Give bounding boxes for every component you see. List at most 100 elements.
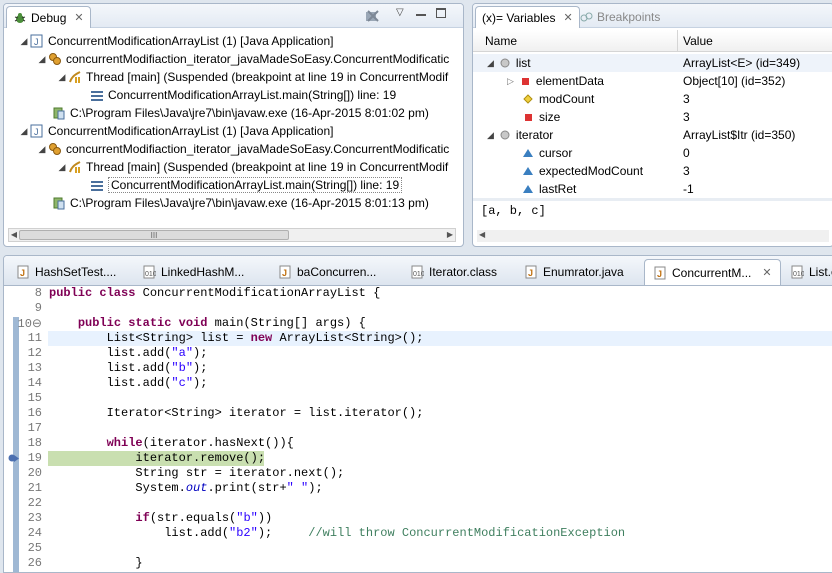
code-line[interactable]: if(str.equals("b")) [49, 511, 272, 526]
editor-tab-label: Enumrator.java [543, 265, 624, 279]
tree-label: ConcurrentModificationArrayList (1) [Jav… [48, 124, 334, 138]
variable-row-expectedModCount[interactable]: expectedModCount 3 [473, 162, 832, 180]
close-icon[interactable]: ✕ [74, 11, 83, 24]
process-icon [52, 196, 66, 210]
code-line[interactable]: List<String> list = new ArrayList<String… [49, 331, 424, 346]
protected-field-icon [521, 92, 535, 106]
code-line[interactable]: list.add("b"); [49, 361, 208, 376]
line-number: 9 [34, 301, 42, 315]
variable-row-modCount[interactable]: modCount 3 [473, 90, 832, 108]
default-field-icon [521, 164, 535, 178]
maximize-icon[interactable] [436, 8, 446, 18]
line-number: 15 [27, 391, 42, 405]
collapse-arrow-icon[interactable]: ◢ [18, 126, 30, 137]
thread-suspended-icon [68, 70, 82, 84]
line-number: 23 [27, 511, 42, 525]
variable-row-list[interactable]: ◢ list ArrayList<E> (id=349) [473, 54, 832, 72]
editor-tab[interactable]: 010 LinkedHashM... [134, 259, 252, 285]
line-number: 20 [27, 466, 42, 480]
minimize-icon[interactable] [416, 14, 426, 16]
thread-node[interactable]: ◢ Thread [main] (Suspended (breakpoint a… [56, 158, 449, 176]
code-line[interactable]: System.out.print(str+" "); [49, 481, 322, 496]
variable-row-size[interactable]: size 3 [473, 108, 832, 126]
name-column-header[interactable]: Name [485, 34, 517, 48]
debug-target-node[interactable]: ◢ concurrentModifiaction_iterator_javaMa… [36, 140, 450, 158]
expand-arrow-icon[interactable]: ▷ [507, 76, 514, 87]
collapse-arrow-icon[interactable]: ◢ [56, 72, 68, 83]
class-file-icon: 010 [410, 265, 425, 279]
line-number: 24 [27, 526, 42, 540]
collapse-arrow-icon[interactable]: ◢ [487, 130, 494, 141]
editor-tab-label: List.cl [809, 265, 832, 279]
tab-debug[interactable]: Debug ✕ [6, 6, 91, 28]
collapse-arrow-icon[interactable]: ◢ [36, 54, 48, 65]
detail-pane-text[interactable]: [a, b, c] [481, 204, 546, 218]
editor-tab[interactable]: 010 Iterator.class [402, 259, 505, 285]
scroll-left-icon[interactable]: ◀ [479, 230, 485, 239]
stack-frame-node-selected[interactable]: ConcurrentModificationArrayList.main(Str… [90, 176, 403, 194]
scroll-left-icon[interactable]: ◀ [9, 229, 19, 241]
code-line[interactable]: list.add("a"); [49, 346, 208, 361]
line-number: 12 [27, 346, 42, 360]
variable-name: cursor [539, 146, 573, 160]
scroll-thumb[interactable]: III [19, 230, 289, 240]
close-icon[interactable]: ✕ [563, 11, 572, 24]
code-line[interactable]: list.add("c"); [49, 376, 208, 391]
editor-tab-active[interactable]: J ConcurrentM... ✕ [644, 259, 781, 285]
variable-row-cursor[interactable]: cursor 0 [473, 144, 832, 162]
debug-target-node[interactable]: ◢ concurrentModifiaction_iterator_javaMa… [36, 50, 450, 68]
editor-tab[interactable]: 010 List.cl [782, 259, 832, 285]
collapse-arrow-icon[interactable]: ◢ [36, 144, 48, 155]
code-line[interactable]: } [49, 556, 142, 571]
collapse-arrow-icon[interactable]: ◢ [487, 58, 494, 69]
svg-text:J: J [20, 268, 25, 278]
launch-node[interactable]: ◢ J ConcurrentModificationArrayList (1) … [18, 122, 334, 140]
code-line[interactable]: iterator.remove(); [49, 451, 265, 466]
code-line[interactable]: public class ConcurrentModificationArray… [49, 286, 380, 301]
collapse-arrow-icon[interactable]: ◢ [56, 162, 68, 173]
process-node[interactable]: C:\Program Files\Java\jre7\bin\javaw.exe… [52, 104, 429, 122]
collapse-arrow-icon[interactable]: ◢ [18, 36, 30, 47]
editor-tabbar: J HashSetTest.... 010 LinkedHashM... J b… [4, 256, 832, 286]
tree-label: ConcurrentModificationArrayList.main(Str… [108, 177, 403, 193]
stack-frame-icon [90, 178, 104, 192]
line-number: 26 [27, 556, 42, 570]
debug-target-icon [48, 142, 62, 156]
code-line[interactable]: list.add("b2"); //will throw ConcurrentM… [49, 526, 625, 541]
detail-pane-splitter[interactable] [473, 198, 832, 201]
editor-tab[interactable]: J baConcurren... [270, 259, 384, 285]
variable-row-iterator[interactable]: ◢ iterator ArrayList$Itr (id=350) [473, 126, 832, 144]
column-separator[interactable] [677, 30, 678, 52]
editor-tab[interactable]: J Enumrator.java [516, 259, 632, 285]
value-column-header[interactable]: Value [683, 34, 713, 48]
line-number: 22 [27, 496, 42, 510]
process-node[interactable]: C:\Program Files\Java\jre7\bin\javaw.exe… [52, 194, 429, 212]
java-file-icon: J [653, 266, 667, 280]
close-icon[interactable]: ✕ [762, 266, 771, 279]
code-line[interactable]: public static void main(String[] args) { [49, 316, 366, 331]
variable-name: lastRet [539, 182, 577, 196]
remove-terminated-icon[interactable] [364, 9, 380, 26]
line-number: 18 [27, 436, 42, 450]
variable-row-lastRet[interactable]: lastRet -1 [473, 180, 832, 198]
java-file-icon: J [524, 265, 538, 279]
code-line[interactable]: while(iterator.hasNext()){ [49, 436, 294, 451]
svg-text:J: J [528, 268, 533, 278]
code-line[interactable]: String str = iterator.next(); [49, 466, 344, 481]
tab-breakpoints[interactable]: Breakpoints [573, 6, 666, 28]
scroll-right-icon[interactable]: ▶ [445, 229, 455, 241]
launch-node[interactable]: ◢ J ConcurrentModificationArrayList (1) … [18, 32, 334, 50]
default-field-icon [521, 182, 535, 196]
horizontal-scrollbar[interactable]: ◀ [477, 230, 829, 242]
variable-name: list [515, 56, 531, 70]
editor-tab-label: baConcurren... [297, 265, 377, 279]
thread-node[interactable]: ◢ Thread [main] (Suspended (breakpoint a… [56, 68, 449, 86]
editor-tab[interactable]: J HashSetTest.... [8, 259, 124, 285]
variable-row-elementData[interactable]: ▷ elementData Object[10] (id=352) [473, 72, 832, 90]
horizontal-scrollbar[interactable]: ◀ III ▶ [8, 228, 456, 242]
tab-variables[interactable]: (x)= Variables ✕ [475, 6, 580, 28]
code-area[interactable]: 8 public class ConcurrentModificationArra… [4, 286, 832, 572]
view-menu-icon[interactable]: ▽ [396, 7, 404, 18]
code-line[interactable]: Iterator<String> iterator = list.iterato… [49, 406, 424, 421]
stack-frame-node[interactable]: ConcurrentModificationArrayList.main(Str… [90, 86, 396, 104]
